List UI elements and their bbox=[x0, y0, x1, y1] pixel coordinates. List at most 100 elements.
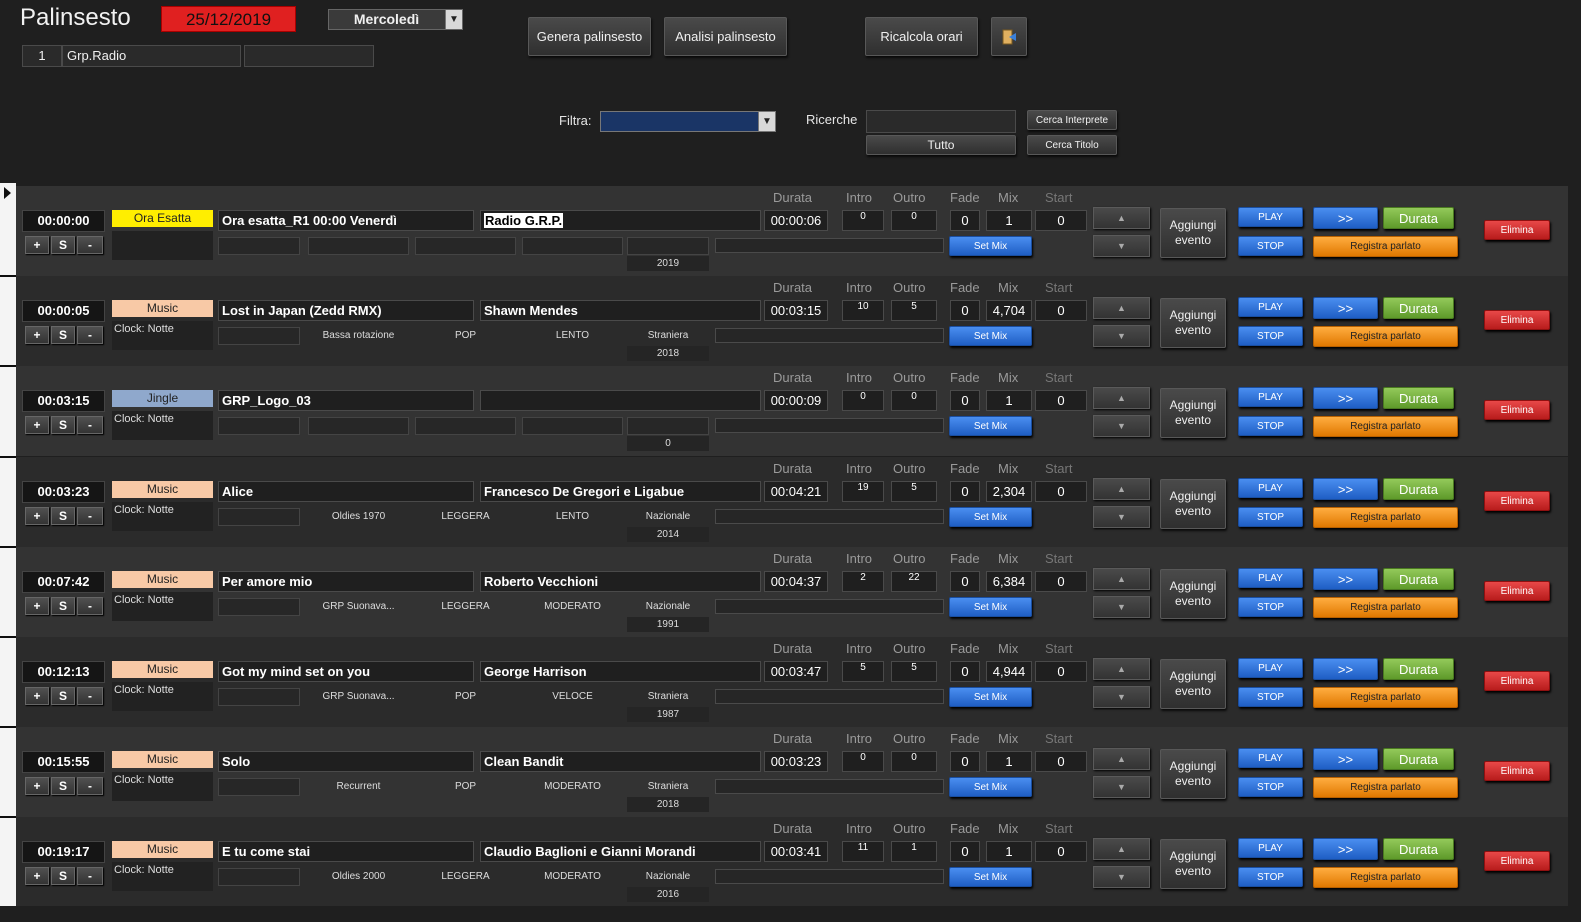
elimina-button[interactable]: Elimina bbox=[1484, 220, 1550, 240]
minus-button[interactable]: - bbox=[77, 687, 103, 705]
elimina-button[interactable]: Elimina bbox=[1484, 671, 1550, 691]
aggiungi-evento-button[interactable]: Aggiungi evento bbox=[1160, 208, 1226, 258]
intro-field[interactable]: 0 bbox=[842, 390, 884, 411]
stop-button[interactable]: STOP bbox=[1238, 507, 1303, 527]
aggiungi-evento-button[interactable]: Aggiungi evento bbox=[1160, 659, 1226, 709]
move-up-button[interactable]: ▲ bbox=[1093, 838, 1150, 860]
fade-field[interactable]: 0 bbox=[950, 661, 980, 682]
outro-field[interactable]: 5 bbox=[891, 481, 937, 502]
durata-button[interactable]: Durata bbox=[1383, 748, 1454, 770]
time-field[interactable]: 00:03:23 bbox=[22, 481, 105, 503]
s-button[interactable]: S bbox=[51, 416, 75, 434]
elimina-button[interactable]: Elimina bbox=[1484, 310, 1550, 330]
move-up-button[interactable]: ▲ bbox=[1093, 568, 1150, 590]
notes-field[interactable] bbox=[715, 238, 944, 253]
move-down-button[interactable]: ▼ bbox=[1093, 866, 1150, 888]
notes-field[interactable] bbox=[715, 599, 944, 614]
set-mix-button[interactable]: Set Mix bbox=[949, 507, 1032, 527]
fade-field[interactable]: 0 bbox=[950, 841, 980, 862]
artist-field[interactable] bbox=[480, 390, 761, 411]
start-field[interactable]: 0 bbox=[1035, 481, 1087, 502]
set-mix-button[interactable]: Set Mix bbox=[949, 777, 1032, 797]
stop-button[interactable]: STOP bbox=[1238, 687, 1303, 707]
plus-button[interactable]: + bbox=[25, 236, 49, 254]
outro-field[interactable]: 0 bbox=[891, 751, 937, 772]
registra-parlato-button[interactable]: Registra parlato bbox=[1313, 507, 1458, 528]
duration-field[interactable]: 00:00:09 bbox=[764, 390, 828, 411]
move-down-button[interactable]: ▼ bbox=[1093, 506, 1150, 528]
plus-button[interactable]: + bbox=[25, 687, 49, 705]
outro-field[interactable]: 5 bbox=[891, 300, 937, 321]
move-down-button[interactable]: ▼ bbox=[1093, 415, 1150, 437]
s-button[interactable]: S bbox=[51, 777, 75, 795]
plus-button[interactable]: + bbox=[25, 507, 49, 525]
s-button[interactable]: S bbox=[51, 326, 75, 344]
duration-field[interactable]: 00:04:21 bbox=[764, 481, 828, 502]
mix-field[interactable]: 4,704 bbox=[986, 300, 1032, 321]
play-button[interactable]: PLAY bbox=[1238, 207, 1303, 227]
artist-field[interactable]: Shawn Mendes bbox=[480, 300, 761, 321]
forward-button[interactable]: >> bbox=[1313, 207, 1378, 229]
title-field[interactable]: Solo bbox=[218, 751, 474, 772]
artist-field[interactable]: Roberto Vecchioni bbox=[480, 571, 761, 592]
meta-field[interactable] bbox=[218, 327, 300, 345]
mix-field[interactable]: 1 bbox=[986, 751, 1032, 772]
forward-button[interactable]: >> bbox=[1313, 838, 1378, 860]
move-down-button[interactable]: ▼ bbox=[1093, 235, 1150, 257]
durata-button[interactable]: Durata bbox=[1383, 658, 1454, 680]
plus-button[interactable]: + bbox=[25, 867, 49, 885]
genera-palinsesto-button[interactable]: Genera palinsesto bbox=[528, 17, 651, 56]
durata-button[interactable]: Durata bbox=[1383, 568, 1454, 590]
title-field[interactable]: Ora esatta_R1 00:00 Venerdì bbox=[218, 210, 474, 231]
aggiungi-evento-button[interactable]: Aggiungi evento bbox=[1160, 479, 1226, 529]
durata-button[interactable]: Durata bbox=[1383, 207, 1454, 229]
set-mix-button[interactable]: Set Mix bbox=[949, 326, 1032, 346]
cerca-titolo-button[interactable]: Cerca Titolo bbox=[1027, 135, 1117, 155]
move-down-button[interactable]: ▼ bbox=[1093, 325, 1150, 347]
meta-field[interactable] bbox=[218, 598, 300, 616]
artist-field[interactable]: Claudio Baglioni e Gianni Morandi bbox=[480, 841, 761, 862]
play-button[interactable]: PLAY bbox=[1238, 838, 1303, 858]
meta-field[interactable] bbox=[218, 778, 300, 796]
set-mix-button[interactable]: Set Mix bbox=[949, 416, 1032, 436]
s-button[interactable]: S bbox=[51, 687, 75, 705]
aggiungi-evento-button[interactable]: Aggiungi evento bbox=[1160, 388, 1226, 438]
registra-parlato-button[interactable]: Registra parlato bbox=[1313, 777, 1458, 798]
outro-field[interactable]: 1 bbox=[891, 841, 937, 862]
set-mix-button[interactable]: Set Mix bbox=[949, 687, 1032, 707]
minus-button[interactable]: - bbox=[77, 777, 103, 795]
stop-button[interactable]: STOP bbox=[1238, 416, 1303, 436]
aggiungi-evento-button[interactable]: Aggiungi evento bbox=[1160, 298, 1226, 348]
stop-button[interactable]: STOP bbox=[1238, 236, 1303, 256]
mix-field[interactable]: 1 bbox=[986, 841, 1032, 862]
plus-button[interactable]: + bbox=[25, 416, 49, 434]
registra-parlato-button[interactable]: Registra parlato bbox=[1313, 236, 1458, 257]
mix-field[interactable]: 4,944 bbox=[986, 661, 1032, 682]
group-name-field[interactable]: Grp.Radio bbox=[62, 45, 241, 67]
move-up-button[interactable]: ▲ bbox=[1093, 658, 1150, 680]
duration-field[interactable]: 00:04:37 bbox=[764, 571, 828, 592]
play-button[interactable]: PLAY bbox=[1238, 297, 1303, 317]
stop-button[interactable]: STOP bbox=[1238, 777, 1303, 797]
minus-button[interactable]: - bbox=[77, 326, 103, 344]
move-down-button[interactable]: ▼ bbox=[1093, 776, 1150, 798]
move-up-button[interactable]: ▲ bbox=[1093, 478, 1150, 500]
time-field[interactable]: 00:00:05 bbox=[22, 300, 105, 322]
chevron-down-icon[interactable]: ▼ bbox=[445, 10, 462, 29]
intro-field[interactable]: 5 bbox=[842, 661, 884, 682]
set-mix-button[interactable]: Set Mix bbox=[949, 867, 1032, 887]
aggiungi-evento-button[interactable]: Aggiungi evento bbox=[1160, 839, 1226, 889]
group-extra-field[interactable] bbox=[244, 45, 374, 67]
stop-button[interactable]: STOP bbox=[1238, 326, 1303, 346]
move-up-button[interactable]: ▲ bbox=[1093, 748, 1150, 770]
start-field[interactable]: 0 bbox=[1035, 210, 1087, 231]
start-field[interactable]: 0 bbox=[1035, 841, 1087, 862]
mix-field[interactable]: 2,304 bbox=[986, 481, 1032, 502]
outro-field[interactable]: 22 bbox=[891, 571, 937, 592]
elimina-button[interactable]: Elimina bbox=[1484, 761, 1550, 781]
time-field[interactable]: 00:07:42 bbox=[22, 571, 105, 593]
set-mix-button[interactable]: Set Mix bbox=[949, 236, 1032, 256]
title-field[interactable]: Per amore mio bbox=[218, 571, 474, 592]
move-down-button[interactable]: ▼ bbox=[1093, 596, 1150, 618]
ricerche-input[interactable] bbox=[866, 110, 1016, 133]
